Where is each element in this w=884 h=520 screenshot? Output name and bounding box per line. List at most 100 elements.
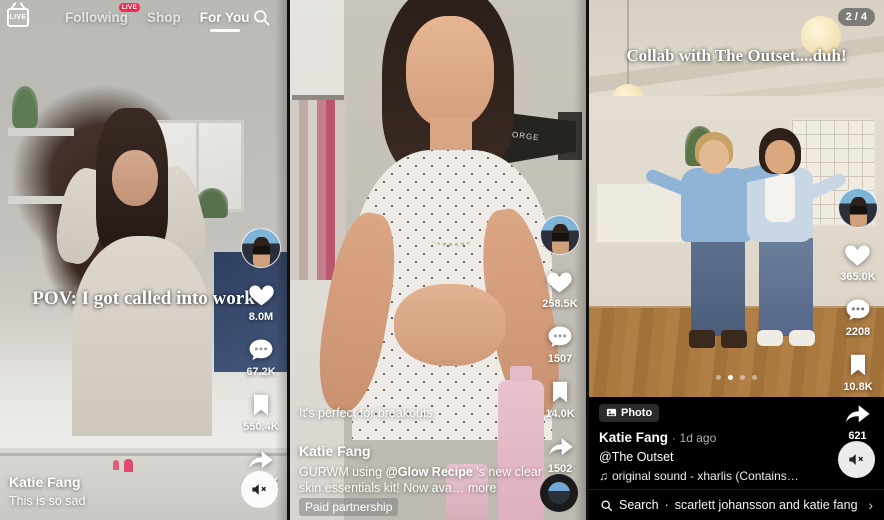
video-overlay-text-3: Collab with The Outset....duh! — [626, 46, 847, 65]
video-panel-2[interactable]: 258.5K 1507 14.0K — [290, 0, 586, 520]
shelf-prop — [8, 128, 74, 136]
sound-name: original sound - xharlis (Contains… — [612, 469, 799, 483]
music-note-icon: ♫ — [599, 469, 608, 483]
carousel-dot-active[interactable] — [728, 375, 733, 380]
person-shoe — [721, 330, 747, 348]
avatar[interactable] — [241, 228, 281, 268]
top-navigation-bar: LIVE Following LIVE Shop For You — [0, 0, 287, 34]
tab-following-label: Following — [65, 9, 128, 25]
avatar[interactable] — [838, 188, 878, 228]
paid-partnership-row: Paid partnership — [299, 498, 399, 516]
username[interactable]: Katie Fang — [9, 474, 85, 490]
comment-button[interactable]: 67.2K — [246, 334, 277, 378]
person-shoe — [689, 330, 715, 348]
person-face — [765, 140, 795, 174]
video-panel-1[interactable]: LIVE Following LIVE Shop For You POV: I … — [0, 0, 287, 520]
avatar[interactable] — [540, 215, 580, 255]
carousel-dot[interactable] — [740, 375, 745, 380]
subtitle-text: It's perfect for breakouts. — [299, 406, 437, 420]
action-rail-2: 258.5K 1507 14.0K 1502 — [540, 215, 580, 475]
bookmark-icon — [545, 376, 576, 407]
like-button[interactable]: 8.0M — [246, 279, 277, 323]
heart-icon — [246, 279, 277, 310]
carousel-dot[interactable] — [716, 375, 721, 380]
tab-shop[interactable]: Shop — [147, 10, 181, 25]
person-legs — [759, 238, 813, 336]
following-live-badge: LIVE — [118, 2, 140, 12]
video-panel-3[interactable]: 2 / 4 Collab with The Outset....duh! 365… — [589, 0, 884, 520]
person-hands — [394, 284, 506, 366]
search-icon — [601, 499, 613, 511]
comment-count: 2208 — [845, 326, 871, 338]
comment-button[interactable]: 1507 — [545, 321, 576, 365]
like-count: 8.0M — [248, 311, 274, 323]
page-indicator-badge: 2 / 4 — [837, 8, 875, 26]
desk-item — [113, 460, 119, 470]
music-disc-button[interactable] — [540, 474, 578, 512]
share-button[interactable]: 621 — [842, 398, 873, 442]
necklace-prop — [432, 236, 472, 246]
carousel-dot[interactable] — [752, 375, 757, 380]
mention-text[interactable]: @The Outset — [599, 450, 874, 464]
chevron-right-icon: › — [868, 497, 873, 513]
search-label: Search — [619, 498, 659, 512]
photo-icon — [606, 408, 617, 417]
sound-row[interactable]: ♫ original sound - xharlis (Contains… — [599, 469, 874, 483]
bookmark-count: 14.0K — [545, 408, 575, 420]
share-count: 621 — [848, 430, 867, 442]
like-button[interactable]: 258.5K — [542, 266, 578, 310]
search-icon[interactable] — [252, 8, 271, 27]
mute-button-1[interactable] — [241, 471, 278, 508]
person-legs — [691, 238, 745, 336]
timestamp: 1d ago — [679, 431, 717, 445]
plant-prop — [12, 86, 38, 128]
comment-count: 67.2K — [246, 366, 276, 378]
bookmark-button[interactable]: 550.4K — [243, 389, 279, 433]
paid-partnership-badge[interactable]: Paid partnership — [299, 498, 399, 516]
comment-button[interactable]: 2208 — [843, 294, 874, 338]
carousel-dots — [589, 375, 884, 380]
share-icon — [842, 398, 873, 429]
caption-text: GURWM using @Glow Recipe 's new clear sk… — [299, 464, 549, 496]
caption-part-1: GURWM using — [299, 465, 386, 479]
person-face — [406, 16, 494, 128]
speaker-mute-icon — [849, 454, 863, 465]
caption-block-1: Katie Fang This is so sad — [9, 474, 85, 508]
tiktok-triple-panel-screenshot: LIVE Following LIVE Shop For You POV: I … — [0, 0, 884, 520]
nav-tabs: Following LIVE Shop For You — [65, 2, 250, 25]
share-button[interactable]: 1502 — [545, 431, 576, 475]
bookmark-icon — [245, 389, 276, 420]
person-body — [72, 236, 212, 436]
action-rail-3: 365.0K 2208 10.8K — [838, 188, 878, 393]
like-count: 258.5K — [542, 298, 578, 310]
tab-for-you-label: For You — [199, 9, 250, 25]
comment-count: 1507 — [547, 353, 573, 365]
caption-more-link[interactable]: more — [464, 481, 496, 495]
search-separator: · — [664, 498, 669, 512]
heart-icon — [842, 239, 873, 270]
caption-text: This is so sad — [9, 494, 86, 508]
bookmark-button[interactable]: 10.8K — [843, 349, 874, 393]
username-row: Katie Fang · 1d ago — [599, 430, 874, 445]
person-face — [699, 140, 729, 174]
username[interactable]: Katie Fang — [299, 443, 549, 459]
like-count: 365.0K — [840, 271, 876, 283]
bookmark-count: 10.8K — [843, 381, 873, 393]
search-suggestion-row[interactable]: Search · scarlett johansson and katie fa… — [589, 489, 884, 520]
caption-mention[interactable]: @Glow Recipe — [386, 465, 473, 479]
tab-following[interactable]: Following LIVE — [65, 2, 140, 25]
username[interactable]: Katie Fang — [599, 430, 668, 445]
bookmark-button[interactable]: 14.0K — [545, 376, 576, 420]
live-icon[interactable]: LIVE — [7, 7, 29, 27]
caption-block-2: Katie Fang GURWM using @Glow Recipe 's n… — [299, 443, 549, 496]
music-disc-icon — [548, 482, 570, 504]
mute-button-3[interactable] — [838, 441, 875, 478]
speaker-mute-icon — [252, 484, 266, 495]
share-icon — [545, 431, 576, 462]
bookmark-count: 550.4K — [243, 421, 279, 433]
like-button[interactable]: 365.0K — [840, 239, 876, 283]
timestamp-separator: · — [671, 431, 676, 445]
heart-icon — [544, 266, 575, 297]
tab-for-you[interactable]: For You — [200, 10, 250, 25]
photo-type-chip: Photo — [599, 403, 660, 422]
